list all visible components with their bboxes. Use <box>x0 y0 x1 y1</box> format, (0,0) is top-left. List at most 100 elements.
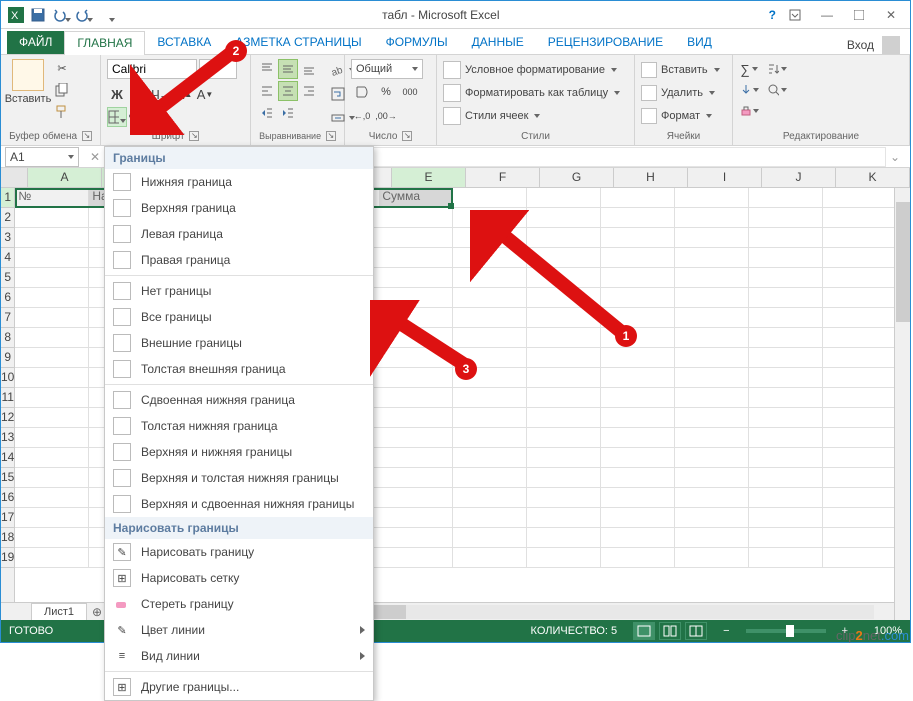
fill-color-button[interactable] <box>128 107 148 127</box>
border-top-double-bottom[interactable]: Верхняя и сдвоенная нижняя границы <box>105 491 373 517</box>
bold-button[interactable]: Ж <box>107 84 127 104</box>
number-format-combo[interactable]: Общий <box>351 59 423 79</box>
line-style[interactable]: ≡Вид линии <box>105 643 373 669</box>
underline-button[interactable]: Ч <box>149 84 169 104</box>
paste-button[interactable]: Вставить <box>7 59 49 105</box>
view-pagebreak-icon[interactable] <box>685 622 707 640</box>
row-header-3[interactable]: 3 <box>1 228 14 248</box>
border-outside[interactable]: Внешние границы <box>105 330 373 356</box>
erase-border[interactable]: Стереть границу <box>105 591 373 617</box>
row-header-10[interactable]: 10 <box>1 368 14 388</box>
expand-formula-bar[interactable]: ⌄ <box>890 150 906 164</box>
row-header-15[interactable]: 15 <box>1 468 14 488</box>
row-header-14[interactable]: 14 <box>1 448 14 468</box>
minimize-button[interactable]: — <box>814 4 840 26</box>
italic-button[interactable]: К <box>128 84 148 104</box>
qat-undo-icon[interactable] <box>51 6 69 24</box>
currency-icon[interactable] <box>351 81 373 103</box>
fill-icon[interactable] <box>739 80 759 100</box>
col-header-I[interactable]: I <box>688 168 762 187</box>
row-header-13[interactable]: 13 <box>1 428 14 448</box>
col-header-G[interactable]: G <box>540 168 614 187</box>
border-top[interactable]: Верхняя граница <box>105 195 373 221</box>
sort-filter-icon[interactable] <box>767 59 787 79</box>
border-top-thick-bottom[interactable]: Верхняя и толстая нижняя границы <box>105 465 373 491</box>
tab-formulas[interactable]: ФОРМУЛЫ <box>374 31 460 54</box>
row-header-5[interactable]: 5 <box>1 268 14 288</box>
col-header-K[interactable]: K <box>836 168 910 187</box>
vertical-scrollbar[interactable] <box>894 188 910 602</box>
help-icon[interactable]: ? <box>769 8 776 22</box>
row-header-7[interactable]: 7 <box>1 308 14 328</box>
line-color[interactable]: ✎Цвет линии <box>105 617 373 643</box>
align-middle-icon[interactable] <box>278 59 298 79</box>
row-header-8[interactable]: 8 <box>1 328 14 348</box>
decrease-decimal-icon[interactable]: ,00→ <box>375 105 397 127</box>
tab-home[interactable]: ГЛАВНАЯ <box>64 31 145 55</box>
qat-redo-icon[interactable] <box>73 6 91 24</box>
border-right[interactable]: Правая граница <box>105 247 373 273</box>
tab-file[interactable]: ФАЙЛ <box>7 31 64 54</box>
delete-cells[interactable]: Удалить <box>641 82 726 104</box>
cancel-formula-icon[interactable]: ✕ <box>85 150 105 164</box>
view-normal-icon[interactable] <box>633 622 655 640</box>
zoom-out[interactable]: − <box>723 625 729 637</box>
decrease-font-icon[interactable]: A▼ <box>195 84 215 104</box>
sheet-tab[interactable]: Лист1 <box>31 603 87 620</box>
alignment-launcher[interactable]: ↘ <box>326 131 336 141</box>
font-name-input[interactable] <box>107 59 197 79</box>
row-header-11[interactable]: 11 <box>1 388 14 408</box>
close-button[interactable]: ✕ <box>878 4 904 26</box>
row-header-9[interactable]: 9 <box>1 348 14 368</box>
user-icon[interactable] <box>882 36 900 54</box>
conditional-formatting[interactable]: Условное форматирование <box>443 59 628 81</box>
row-header-16[interactable]: 16 <box>1 488 14 508</box>
format-painter-icon[interactable] <box>53 103 71 121</box>
thousands-icon[interactable]: 000 <box>399 81 421 103</box>
row-header-12[interactable]: 12 <box>1 408 14 428</box>
font-size-input[interactable] <box>199 59 237 79</box>
clipboard-launcher[interactable]: ↘ <box>82 131 92 141</box>
align-left-icon[interactable] <box>257 81 277 101</box>
border-double-bottom[interactable]: Сдвоенная нижняя граница <box>105 387 373 413</box>
maximize-button[interactable] <box>846 4 872 26</box>
border-left[interactable]: Левая граница <box>105 221 373 247</box>
row-header-6[interactable]: 6 <box>1 288 14 308</box>
draw-grid[interactable]: ⊞Нарисовать сетку <box>105 565 373 591</box>
border-top-bottom[interactable]: Верхняя и нижняя границы <box>105 439 373 465</box>
col-header-E[interactable]: E <box>392 168 466 187</box>
tab-view[interactable]: ВИД <box>675 31 724 54</box>
align-top-icon[interactable] <box>257 59 277 79</box>
tab-data[interactable]: ДАННЫЕ <box>460 31 536 54</box>
decrease-indent-icon[interactable] <box>257 103 277 123</box>
name-box[interactable]: A1 <box>5 147 79 167</box>
border-thick-bottom[interactable]: Толстая нижняя граница <box>105 413 373 439</box>
row-header-4[interactable]: 4 <box>1 248 14 268</box>
row-header-17[interactable]: 17 <box>1 508 14 528</box>
borders-button[interactable] <box>107 107 127 127</box>
increase-indent-icon[interactable] <box>278 103 298 123</box>
number-launcher[interactable]: ↘ <box>402 131 412 141</box>
font-launcher[interactable]: ↘ <box>189 131 199 141</box>
autosum-icon[interactable]: ∑ <box>739 59 759 79</box>
insert-cells[interactable]: Вставить <box>641 59 726 81</box>
align-right-icon[interactable] <box>299 81 319 101</box>
qat-customize-icon[interactable] <box>95 6 113 24</box>
more-borders[interactable]: ⊞Другие границы... <box>105 674 373 700</box>
view-layout-icon[interactable] <box>659 622 681 640</box>
row-header-2[interactable]: 2 <box>1 208 14 228</box>
tab-insert[interactable]: ВСТАВКА <box>145 31 223 54</box>
cut-icon[interactable]: ✂ <box>53 59 71 77</box>
clear-icon[interactable] <box>739 101 759 121</box>
align-bottom-icon[interactable] <box>299 59 319 79</box>
row-header-18[interactable]: 18 <box>1 528 14 548</box>
increase-font-icon[interactable]: A▲ <box>174 84 194 104</box>
percent-icon[interactable]: % <box>375 81 397 103</box>
format-cells[interactable]: Формат <box>641 105 726 127</box>
ribbon-collapse-icon[interactable] <box>782 4 808 26</box>
cell-styles[interactable]: Стили ячеек <box>443 105 628 127</box>
cell-E1[interactable]: Сумма <box>379 188 453 207</box>
login-link[interactable]: Вход <box>847 38 874 52</box>
zoom-slider[interactable] <box>746 629 826 633</box>
align-center-icon[interactable] <box>278 81 298 101</box>
